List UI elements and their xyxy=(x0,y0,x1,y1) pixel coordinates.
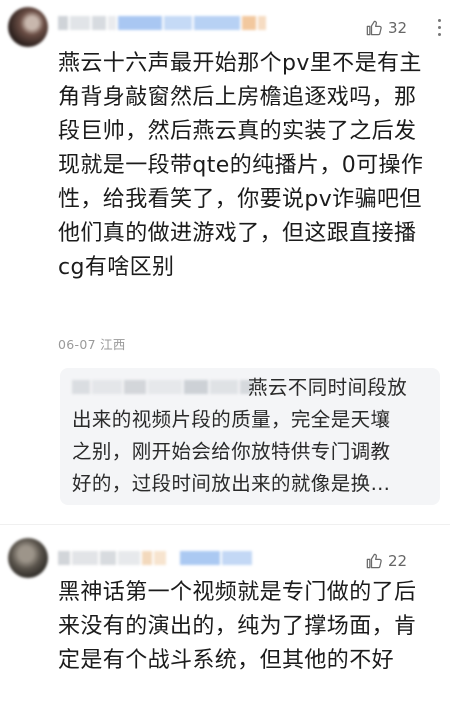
like-count: 22 xyxy=(388,552,408,570)
more-options-icon[interactable] xyxy=(438,19,442,37)
comment-text: 燕云十六声最开始那个pv里不是有主 角背身敲窗然后上房檐追逐戏吗，那 段巨帅，然… xyxy=(58,51,424,280)
comment-item: 32 燕云十六声最开始那个pv里不是有主 角背身敲窗然后上房檐追逐戏吗，那 段巨… xyxy=(0,0,450,520)
thumbs-up-icon xyxy=(366,553,382,569)
reply-preview[interactable]: 燕云不同时间段放 出来的视频片段的质量，完全是天壤 之别，刚开始会给你放特供专门… xyxy=(60,368,440,505)
reply-text: 燕云不同时间段放 出来的视频片段的质量，完全是天壤 之别，刚开始会给你放特供专门… xyxy=(72,376,408,495)
like-button[interactable]: 32 xyxy=(364,18,407,38)
like-button[interactable]: 22 xyxy=(364,551,407,571)
avatar[interactable] xyxy=(8,538,48,578)
like-count: 32 xyxy=(388,19,408,37)
avatar[interactable] xyxy=(8,7,48,47)
username-blurred[interactable] xyxy=(58,16,266,30)
comment-meta: 06-07 江西 xyxy=(58,334,126,353)
comment-item: 22 黑神话第一个视频就是专门做的了后 来没有的演出的，纯为了撑场面，肯 定是有… xyxy=(0,530,450,701)
comment-location: 江西 xyxy=(100,337,126,352)
comment-text: 黑神话第一个视频就是专门做的了后 来没有的演出的，纯为了撑场面，肯 定是有个战斗… xyxy=(58,580,417,673)
comment-date: 06-07 xyxy=(58,337,96,352)
thumbs-up-icon xyxy=(366,20,382,36)
divider xyxy=(0,524,450,525)
username-blurred[interactable] xyxy=(58,551,252,565)
